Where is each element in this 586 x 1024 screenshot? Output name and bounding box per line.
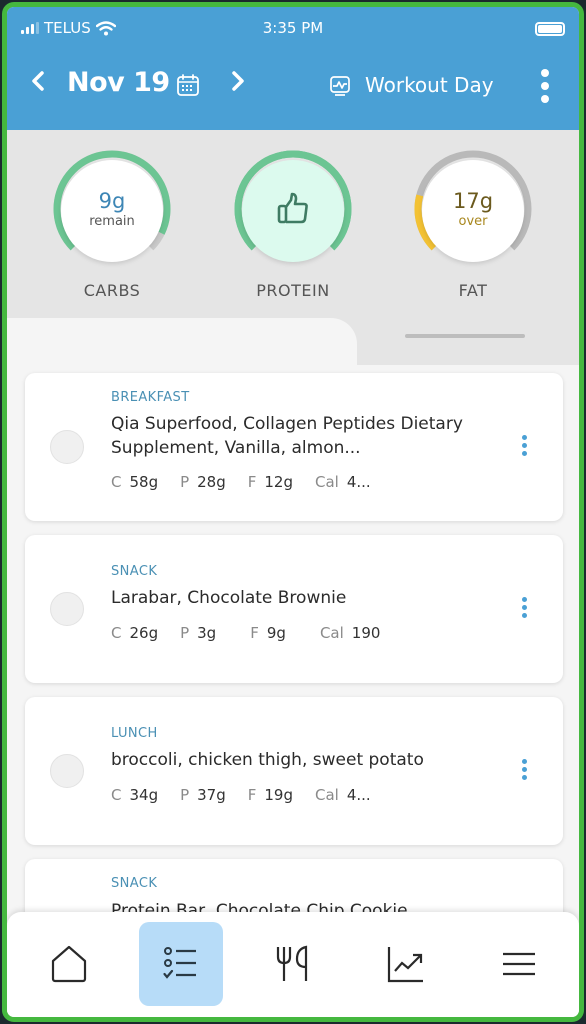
next-day-button[interactable] bbox=[229, 67, 247, 101]
meal-card[interactable]: SNACK Larabar, Chocolate Brownie C 26g P3… bbox=[25, 535, 563, 683]
calendar-icon bbox=[177, 74, 199, 96]
meal-name: Qia Superfood, Collagen Peptides Dietary… bbox=[111, 414, 463, 458]
thumbs-up-icon bbox=[277, 192, 308, 224]
carbs-label: CARBS bbox=[83, 281, 141, 300]
more-vertical-icon[interactable] bbox=[541, 69, 549, 103]
macro-protein: P 28g bbox=[180, 473, 226, 491]
fat-label: FAT bbox=[458, 281, 488, 300]
hamburger-menu-icon bbox=[503, 952, 535, 976]
chevron-left-icon bbox=[32, 71, 44, 91]
meal-macros: C 34g P 37g F 19g Cal 4... bbox=[111, 786, 393, 804]
protein-gauge[interactable]: PROTEIN bbox=[231, 147, 355, 300]
nav-progress[interactable] bbox=[364, 922, 448, 1006]
carbs-value: 9g bbox=[98, 189, 126, 213]
carbs-gauge[interactable]: 9g remain CARBS bbox=[50, 147, 174, 300]
day-type-label: Workout Day bbox=[365, 73, 494, 97]
calendar-button[interactable] bbox=[176, 73, 200, 101]
drag-handle[interactable] bbox=[405, 334, 525, 338]
meal-complete-checkbox[interactable] bbox=[50, 754, 84, 788]
meal-more-icon[interactable] bbox=[522, 597, 527, 618]
prev-day-button[interactable] bbox=[29, 67, 47, 101]
current-date[interactable]: Nov 19 bbox=[67, 67, 170, 98]
macro-carbs: C 58g bbox=[111, 473, 159, 491]
checklist-icon bbox=[163, 947, 196, 979]
nav-home[interactable] bbox=[27, 922, 111, 1006]
meal-name: Larabar, Chocolate Brownie bbox=[111, 588, 347, 608]
meal-more-icon[interactable] bbox=[522, 759, 527, 780]
meal-type: LUNCH bbox=[111, 726, 158, 741]
clock: 3:35 PM bbox=[262, 19, 324, 37]
macro-protein: P 3g bbox=[180, 624, 217, 642]
meal-macros: C 58g P 28g F 12g Cal 4... bbox=[111, 473, 393, 491]
trend-chart-icon bbox=[387, 947, 423, 983]
meal-more-icon[interactable] bbox=[522, 435, 527, 456]
nav-menu[interactable] bbox=[477, 922, 561, 1006]
macro-fat: F 12g bbox=[247, 473, 293, 491]
nav-log[interactable] bbox=[139, 922, 223, 1006]
meal-name: broccoli, chicken thigh, sweet potato bbox=[111, 750, 424, 770]
macro-carbs: C 34g bbox=[111, 786, 159, 804]
status-bar: TELUS 3:35 PM bbox=[7, 19, 579, 43]
fork-knife-icon bbox=[276, 945, 308, 981]
macro-carbs: C 26g bbox=[111, 624, 159, 642]
panel-tab-shape bbox=[7, 318, 357, 368]
bottom-nav bbox=[7, 912, 579, 1017]
home-icon bbox=[51, 945, 87, 983]
macro-calories: Cal 4... bbox=[315, 473, 371, 491]
macro-fat: F 19g bbox=[247, 786, 293, 804]
meal-complete-checkbox[interactable] bbox=[50, 430, 84, 464]
app-screen: TELUS 3:35 PM Nov 19 Workout Day 9g rema… bbox=[2, 2, 584, 1022]
macro-calories: Cal 190 bbox=[319, 624, 381, 642]
day-type-button[interactable]: Workout Day bbox=[329, 73, 494, 97]
fat-value: 17g bbox=[452, 189, 494, 213]
app-header: TELUS 3:35 PM Nov 19 Workout Day bbox=[7, 7, 579, 130]
meal-type: SNACK bbox=[111, 876, 158, 891]
macro-calories: Cal 4... bbox=[315, 786, 371, 804]
meal-type: SNACK bbox=[111, 564, 158, 579]
meal-complete-checkbox[interactable] bbox=[50, 592, 84, 626]
meal-macros: C 26g P 3g F 9g Cal 190 bbox=[111, 624, 402, 642]
date-nav: Nov 19 Workout Day bbox=[7, 63, 579, 107]
protein-label: PROTEIN bbox=[256, 281, 330, 300]
activity-chart-icon bbox=[330, 76, 350, 96]
macro-fat: F 9g bbox=[250, 624, 286, 642]
macro-protein: P 37g bbox=[180, 786, 226, 804]
fat-gauge[interactable]: 17g over FAT bbox=[411, 147, 535, 300]
chevron-right-icon bbox=[232, 71, 244, 91]
meal-type: BREAKFAST bbox=[111, 390, 190, 405]
meal-card[interactable]: LUNCH broccoli, chicken thigh, sweet pot… bbox=[25, 697, 563, 845]
carbs-status: remain bbox=[89, 214, 135, 229]
battery-icon bbox=[535, 22, 565, 36]
fat-status: over bbox=[458, 214, 488, 229]
nav-food[interactable] bbox=[252, 922, 336, 1006]
meal-card[interactable]: BREAKFAST Qia Superfood, Collagen Peptid… bbox=[25, 373, 563, 521]
